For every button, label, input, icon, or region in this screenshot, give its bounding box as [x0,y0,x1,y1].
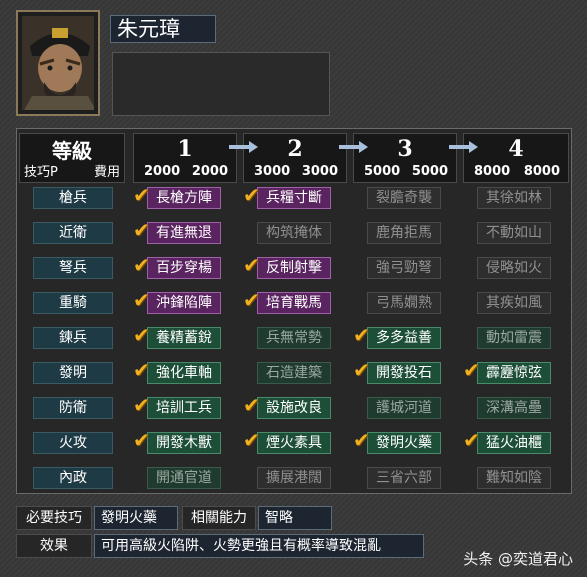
checkmark-icon: ✔ [133,393,150,417]
skill-button[interactable]: 養精蓄銳 [147,327,221,349]
skill-button[interactable]: 設施改良 [257,397,331,419]
skill-button[interactable]: 動如雷震 [477,327,551,349]
checkmark-icon: ✔ [243,428,260,452]
arrow-right-icon [339,141,368,153]
checkmark-icon: ✔ [133,183,150,207]
checkmark-icon: ✔ [133,288,150,312]
checkmark-icon: ✔ [353,428,370,452]
skill-button[interactable]: 開發木獸 [147,432,221,454]
skill-button[interactable]: 其徐如林 [477,187,551,209]
watermark: 头条 @奕道君心 [463,550,573,568]
arrow-right-icon [449,141,478,153]
skill-button[interactable]: 侵略如火 [477,257,551,279]
checkmark-icon: ✔ [243,393,260,417]
skill-button[interactable]: 百步穿楊 [147,257,221,279]
checkmark-icon: ✔ [133,358,150,382]
category-label: 重騎 [33,292,113,314]
cost-label: 費用 [93,165,120,180]
skill-button[interactable]: 兵無常勢 [257,327,331,349]
skill-button[interactable]: 強化車軸 [147,362,221,384]
skill-button[interactable]: 反制射擊 [257,257,331,279]
category-label: 火攻 [33,432,113,454]
skill-button[interactable]: 開發投石 [367,362,441,384]
level-number: 1 [177,136,193,162]
category-label: 內政 [33,467,113,489]
level-cost: 8000 [523,164,560,179]
skill-button[interactable]: 培育戰馬 [257,292,331,314]
checkmark-icon: ✔ [133,253,150,277]
skill-button[interactable]: 深溝高壘 [477,397,551,419]
skill-points-label: 技巧P [24,165,58,180]
checkmark-icon: ✔ [243,288,260,312]
category-label: 槍兵 [33,187,113,209]
checkmark-icon: ✔ [133,323,150,347]
level-points: 2000 [144,164,181,179]
checkmark-icon: ✔ [353,323,370,347]
skill-button[interactable]: 長槍方陣 [147,187,221,209]
portrait-image [22,16,94,110]
skill-button[interactable]: 多多益善 [367,327,441,349]
level-cost: 2000 [191,164,228,179]
general-portrait [16,10,100,116]
level-cost: 3000 [301,164,338,179]
checkmark-icon: ✔ [133,428,150,452]
skill-button[interactable]: 護城河道 [367,397,441,419]
level-number: 2 [287,136,303,162]
related-ability-label: 相關能力 [182,506,256,530]
category-label: 近衛 [33,222,113,244]
general-name: 朱元璋 [110,15,216,43]
skill-button[interactable]: 兵糧寸斷 [257,187,331,209]
level-cost: 5000 [411,164,448,179]
checkmark-icon: ✔ [133,218,150,242]
skill-button[interactable]: 弓馬嫺熟 [367,292,441,314]
skill-button[interactable]: 沖鋒陷陣 [147,292,221,314]
skill-button[interactable]: 石造建築 [257,362,331,384]
skill-button[interactable]: 不動如山 [477,222,551,244]
level-number: 3 [397,136,413,162]
level-points: 8000 [474,164,511,179]
skill-button[interactable]: 霹靂惊弦 [477,362,551,384]
category-label: 弩兵 [33,257,113,279]
level-title: 等級 [52,139,92,163]
effect-label: 效果 [16,534,92,558]
skill-button[interactable]: 強弓勁弩 [367,257,441,279]
skill-button[interactable]: 鹿角拒馬 [367,222,441,244]
skill-button[interactable]: 培訓工兵 [147,397,221,419]
checkmark-icon: ✔ [463,428,480,452]
skill-button[interactable]: 煙火素具 [257,432,331,454]
arrow-right-icon [229,141,258,153]
level-points: 3000 [254,164,291,179]
related-ability-value: 智略 [258,506,332,530]
checkmark-icon: ✔ [463,358,480,382]
required-skill-value: 發明火藥 [94,506,178,530]
skill-button[interactable]: 擴展港闊 [257,467,331,489]
level-header-1: 1 2000 2000 [133,133,237,183]
checkmark-icon: ✔ [243,253,260,277]
skill-button[interactable]: 构筑掩体 [257,222,331,244]
category-label: 防衛 [33,397,113,419]
skill-button[interactable]: 三省六部 [367,467,441,489]
checkmark-icon: ✔ [243,183,260,207]
skill-button[interactable]: 難知如陰 [477,467,551,489]
skill-button[interactable]: 有進無退 [147,222,221,244]
level-number: 4 [508,136,524,162]
level-points: 5000 [364,164,401,179]
required-skill-label: 必要技巧 [16,506,92,530]
skill-button[interactable]: 開通官道 [147,467,221,489]
skill-button[interactable]: 裂膽奇襲 [367,187,441,209]
category-label: 發明 [33,362,113,384]
skill-tree-grid: 等級 技巧P 費用 1 2000 2000 2 3000 3000 3 5000… [16,128,572,494]
effect-value: 可用高級火陷阱、火勢更強且有概率導致混亂 [94,534,424,558]
skill-button[interactable]: 其疾如風 [477,292,551,314]
category-label: 鍊兵 [33,327,113,349]
checkmark-icon: ✔ [353,358,370,382]
level-title-header: 等級 技巧P 費用 [19,133,125,183]
description-panel [112,52,330,116]
skill-button[interactable]: 猛火油櫃 [477,432,551,454]
skill-button[interactable]: 發明火藥 [367,432,441,454]
